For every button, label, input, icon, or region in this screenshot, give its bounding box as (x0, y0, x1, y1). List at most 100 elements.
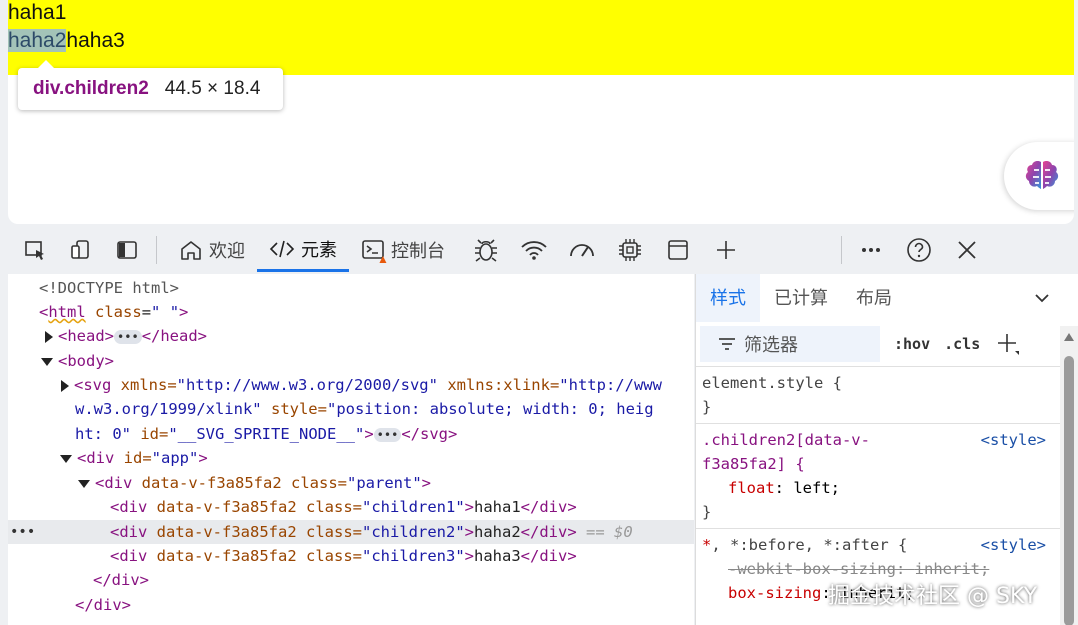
svg-xmlns-attr: xmlns= (120, 376, 177, 394)
elements-dom-tree: <!DOCTYPE html> <html class=" "> <head> •… (8, 274, 694, 625)
styles-filter-input[interactable]: 筛选器 (700, 326, 880, 362)
children1-text: haha1 (8, 1, 67, 24)
add-icon[interactable] (707, 231, 745, 269)
rule-source-link[interactable]: <style> (981, 428, 1046, 452)
head-tag: <head> (58, 327, 114, 345)
tab-layout[interactable]: 布局 (842, 274, 906, 322)
selected-node-marker: == $0 (586, 523, 633, 541)
tab-welcome[interactable]: 欢迎 (167, 228, 257, 272)
children2-tag: <div (110, 523, 148, 541)
ellipsis-pill-icon[interactable]: ••• (114, 329, 142, 344)
inspect-icon[interactable] (16, 231, 54, 269)
parent-data-v-attr: data-v-f3a85fa2 (141, 474, 282, 492)
children1-tag: <div (110, 498, 148, 516)
collapse-triangle-icon[interactable] (60, 454, 72, 463)
expand-triangle-icon[interactable] (61, 379, 69, 392)
dom-row-children2-selected[interactable]: ••• <div data-v-f3a85fa2 class="children… (8, 520, 694, 544)
float-declaration[interactable]: float: left; (702, 476, 1072, 500)
float-property: float (728, 479, 775, 497)
parent-close-tag: </div> (93, 571, 149, 589)
brain-icon (1025, 161, 1059, 189)
svg-xmlns-value: "http://www.w3.org/2000/svg" (176, 376, 438, 394)
devtools-toolbar: 欢迎 元素 ▲ 控制台 (8, 228, 1074, 272)
chevron-down-icon[interactable] (1034, 290, 1050, 306)
app-div-tag: <div (77, 449, 115, 467)
help-icon[interactable] (900, 231, 938, 269)
children2-node-text: haha2 (474, 523, 521, 541)
tab-console-label: 控制台 (391, 241, 445, 261)
dom-row-html[interactable]: <html class=" "> (8, 300, 694, 324)
hover-state-button[interactable]: :hov (894, 335, 930, 353)
dom-row-app-close[interactable]: </div> (8, 593, 694, 617)
scroll-up-icon[interactable] (1063, 332, 1075, 342)
dom-row-parent-close[interactable]: </div> (8, 568, 694, 592)
parent-div (8, 0, 1074, 75)
dom-row-children1[interactable]: <div data-v-f3a85fa2 class="children1">h… (8, 495, 694, 519)
children3-close-tag: </div> (520, 547, 577, 565)
dock-icon[interactable] (108, 231, 146, 269)
head-close-tag: </head> (141, 327, 208, 345)
children2-highlight: haha2 (8, 29, 67, 52)
memory-icon[interactable] (611, 231, 649, 269)
class-toggle-button[interactable]: .cls (944, 335, 980, 353)
application-icon[interactable] (659, 231, 697, 269)
dom-row-svg-wrap-1[interactable]: w.w3.org/1999/xlink" style="position: ab… (8, 397, 694, 421)
tab-elements[interactable]: 元素 (257, 228, 349, 272)
rule-element-style[interactable]: element.style { } (696, 367, 1078, 424)
styles-scrollbar[interactable] (1060, 326, 1078, 625)
children3-class-attr: class= (306, 547, 362, 565)
dom-row-doctype[interactable]: <!DOCTYPE html> (8, 276, 694, 300)
dom-row-body[interactable]: <body> (8, 349, 694, 373)
rule-children2[interactable]: <style> .children2[data-v- f3a85fa2] { f… (696, 424, 1078, 529)
parent-class-attr: class= (291, 474, 347, 492)
device-icon[interactable] (62, 231, 100, 269)
body-tag: <body> (58, 352, 114, 370)
children1-node-text: haha1 (474, 498, 521, 516)
children3-text: haha3 (66, 29, 125, 52)
dom-row-children3[interactable]: <div data-v-f3a85fa2 class="children3">h… (8, 544, 694, 568)
close-icon[interactable] (948, 231, 986, 269)
dom-row-svg-wrap-2[interactable]: ht: 0" id="__SVG_SPRITE_NODE__"> ••• </svg… (8, 422, 694, 446)
scrollbar-thumb[interactable] (1064, 356, 1074, 625)
children1-class-value: "children1" (362, 498, 465, 516)
dom-row-parent[interactable]: <div data-v-f3a85fa2 class="parent"> (8, 471, 694, 495)
warning-icon: ▲ (377, 252, 389, 266)
row-menu-icon[interactable]: ••• (10, 520, 35, 544)
element-style-selector: element.style { (702, 374, 842, 392)
collapse-triangle-icon[interactable] (78, 479, 90, 488)
universal-selector-rest: , *:before, *:after { (711, 536, 908, 554)
tag-end: > (464, 523, 474, 541)
collapse-triangle-icon[interactable] (41, 357, 53, 366)
rule-source-link[interactable]: <style> (981, 533, 1046, 557)
children2-data-v-attr: data-v-f3a85fa2 (156, 523, 297, 541)
more-icon[interactable] (852, 231, 890, 269)
styles-tabs: 样式 已计算 布局 (696, 274, 1078, 322)
children3-data-v-attr: data-v-f3a85fa2 (156, 547, 297, 565)
dom-row-app[interactable]: <div id="app"> (8, 446, 694, 470)
element-style-close: } (702, 398, 712, 416)
tab-computed[interactable]: 已计算 (760, 274, 842, 322)
svg-style-value-1: "position: absolute; width: 0; heig (326, 400, 654, 418)
tab-styles[interactable]: 样式 (696, 274, 760, 322)
rule-children2-selector-2: f3a85fa2] { (702, 455, 805, 473)
children2-class-attr: class= (306, 523, 362, 541)
dom-row-svg[interactable]: <svg xmlns="http://www.w3.org/2000/svg" … (8, 373, 694, 397)
copilot-brain-button[interactable] (1004, 142, 1074, 210)
rule-children2-close: } (702, 503, 712, 521)
tab-console[interactable]: ▲ 控制台 (349, 228, 457, 272)
children2-class-value: "children2" (362, 523, 465, 541)
ellipsis-pill-icon[interactable]: ••• (373, 427, 402, 442)
svg-tag-end: > (364, 425, 374, 443)
bug-icon[interactable] (467, 231, 505, 269)
inspect-tooltip: div.children2 44.5 × 18.4 (18, 60, 283, 110)
wifi-icon[interactable] (515, 231, 553, 269)
performance-icon[interactable] (563, 231, 601, 269)
toolbar-separator-2 (841, 236, 842, 264)
children1-close-tag: </div> (520, 498, 577, 516)
children-line-2: haha2haha3 (8, 29, 125, 53)
dom-row-head[interactable]: <head> ••• </head> (8, 324, 694, 348)
children3-node-text: haha3 (474, 547, 521, 565)
svg-style-value-2: ht: 0" (75, 425, 131, 443)
add-rule-icon[interactable] (996, 332, 1020, 356)
expand-triangle-icon[interactable] (45, 330, 53, 343)
